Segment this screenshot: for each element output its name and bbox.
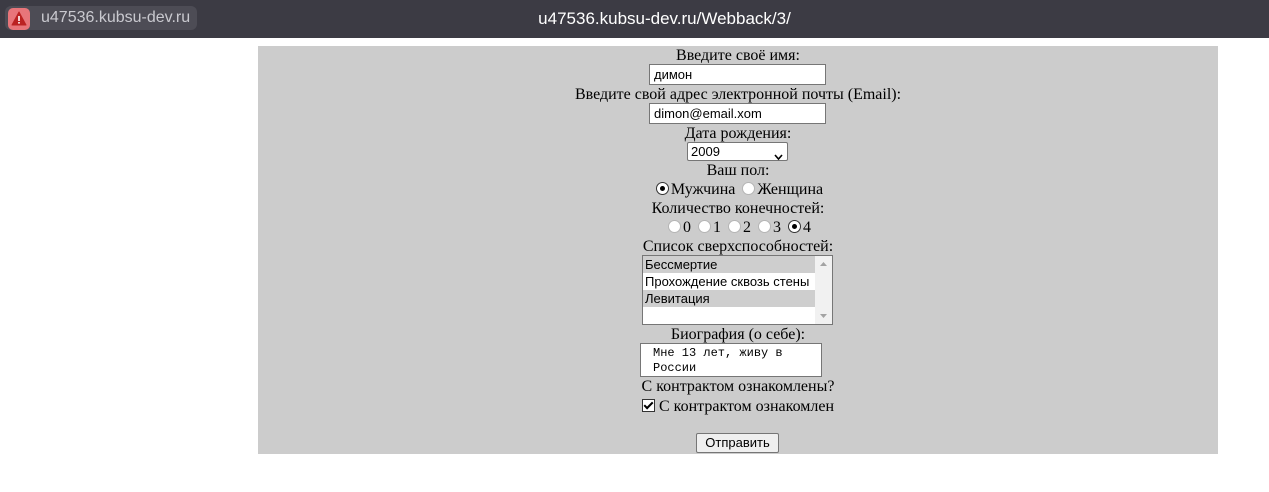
limbs-option-1: 1 [713, 219, 721, 236]
limbs-radio-4[interactable] [788, 220, 801, 233]
page-url: u47536.kubsu-dev.ru/Webback/3/ [538, 9, 791, 28]
gender-option-female: Женщина [757, 181, 824, 198]
gender-radio-group: Мужчина Женщина [258, 181, 1218, 199]
scroll-arrows-icon [820, 262, 827, 318]
power-option-wall-pass[interactable]: Прохождение сквозь стены [643, 273, 815, 290]
limbs-radio-group: 0 1 2 3 4 [258, 219, 1218, 237]
contract-checkbox-label: С контрактом ознакомлен [658, 398, 835, 415]
birth-year-select[interactable]: 2009 [687, 142, 788, 161]
limbs-option-2: 2 [743, 219, 751, 236]
limbs-radio-3[interactable] [758, 220, 771, 233]
gender-radio-female[interactable] [742, 182, 756, 195]
limbs-radio-0[interactable] [668, 220, 681, 233]
powers-listbox[interactable]: Бессмертие Прохождение сквозь стены Леви… [642, 255, 833, 325]
gender-option-male: Мужчина [670, 181, 736, 198]
powers-label: Список сверхспособностей: [642, 238, 834, 255]
contract-checkbox-row: С контрактом ознакомлен [258, 398, 1218, 416]
limbs-option-3: 3 [773, 219, 781, 236]
bio-label: Биография (о себе): [670, 326, 806, 343]
power-option-immortality[interactable]: Бессмертие [643, 256, 815, 273]
name-input[interactable]: димон [649, 64, 826, 85]
limbs-label: Количество конечностей: [651, 200, 825, 217]
email-label: Введите свой адрес электронной почты (Em… [574, 86, 902, 103]
power-option-levitation[interactable]: Левитация [643, 290, 815, 307]
birth-label: Дата рождения: [684, 125, 792, 142]
limbs-option-4: 4 [803, 219, 811, 236]
email-input[interactable]: dimon@email.xom [649, 103, 826, 124]
gender-radio-male[interactable] [655, 182, 669, 195]
limbs-radio-2[interactable] [728, 220, 741, 233]
contract-checkbox[interactable] [641, 399, 655, 412]
birth-year-value: 2009 [691, 144, 720, 159]
contract-question: С контрактом ознакомлены? [641, 378, 835, 395]
limbs-option-0: 0 [683, 219, 691, 236]
browser-titlebar: u47536.kubsu-dev.ru u47536.kubsu-dev.ru/… [0, 0, 1269, 38]
feedback-form: Введите своё имя: димон Введите свой адр… [258, 46, 1218, 454]
bio-textarea[interactable]: Мне 13 лет, живу в России [640, 343, 822, 377]
name-label: Введите своё имя: [676, 47, 800, 64]
submit-button[interactable]: Отправить [696, 433, 779, 453]
listbox-scrollbar[interactable] [815, 256, 832, 324]
gender-label: Ваш пол: [706, 162, 770, 179]
limbs-radio-1[interactable] [698, 220, 711, 233]
